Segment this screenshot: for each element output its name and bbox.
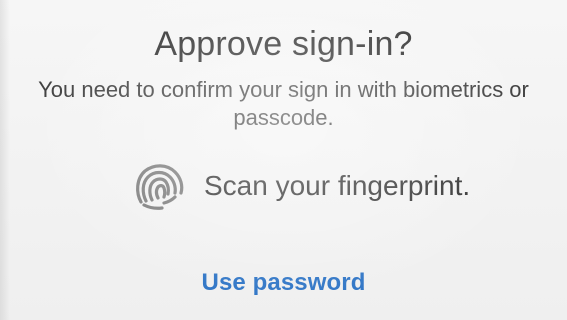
fingerprint-icon[interactable] <box>132 159 186 213</box>
use-password-link[interactable]: Use password <box>202 269 366 297</box>
fingerprint-prompt[interactable]: Scan your fingerprint. <box>0 159 567 213</box>
dialog-subtitle: You need to confirm your sign in with bi… <box>38 77 529 130</box>
use-password-container: Use password <box>0 269 567 297</box>
fingerprint-instruction: Scan your fingerprint. <box>204 170 471 201</box>
dialog-title: Approve sign-in? <box>154 25 413 63</box>
approve-sign-in-dialog: Approve sign-in? You need to confirm you… <box>0 0 567 320</box>
